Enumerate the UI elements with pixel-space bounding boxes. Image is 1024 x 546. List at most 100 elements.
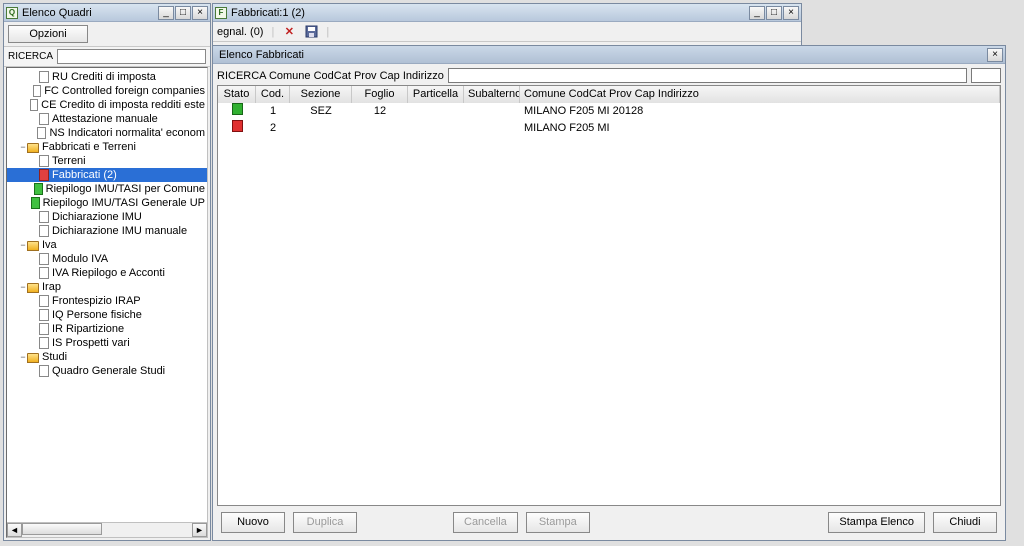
tree-leaf[interactable]: Fabbricati (2)	[7, 168, 207, 182]
tree-folder[interactable]: −Studi	[7, 350, 207, 364]
document-icon	[39, 211, 49, 223]
save-icon[interactable]	[304, 25, 318, 39]
scroll-thumb[interactable]	[22, 523, 102, 535]
cell-comune: MILANO F205 MI	[520, 120, 1000, 137]
fabbricati-toolbar: egnal. (0) | ✕ |	[213, 22, 801, 42]
tree-leaf[interactable]: Attestazione manuale	[7, 112, 207, 126]
tree-leaf[interactable]: FC Controlled foreign companies	[7, 84, 207, 98]
grid-header[interactable]: Stato Cod. Sezione Foglio Particella Sub…	[218, 86, 1000, 103]
col-sezione[interactable]: Sezione	[290, 86, 352, 103]
tree-expander-icon[interactable]: −	[19, 350, 27, 364]
app-icon: F	[215, 7, 227, 19]
scroll-right-arrow[interactable]: ►	[192, 523, 207, 537]
ricerca-input[interactable]	[57, 49, 206, 64]
tree-leaf[interactable]: IS Prospetti vari	[7, 336, 207, 350]
elenco-quadri-title: Elenco Quadri	[22, 7, 154, 19]
dialog-search-label: RICERCA Comune CodCat Prov Cap Indirizzo	[217, 70, 444, 82]
dialog-search-aux-input[interactable]	[971, 68, 1001, 83]
stampa-button[interactable]: Stampa	[526, 512, 590, 533]
table-row[interactable]: 1SEZ12MILANO F205 MI 20128	[218, 103, 1000, 120]
dialog-close-button[interactable]: ×	[987, 48, 1003, 62]
row-status-icon	[232, 120, 243, 132]
tree-leaf[interactable]: Frontespizio IRAP	[7, 294, 207, 308]
tree-leaf[interactable]: IR Ripartizione	[7, 322, 207, 336]
tree-expander-icon[interactable]: −	[19, 280, 27, 294]
cancella-button[interactable]: Cancella	[453, 512, 518, 533]
duplica-button[interactable]: Duplica	[293, 512, 357, 533]
col-comune[interactable]: Comune CodCat Prov Cap Indirizzo	[520, 86, 1000, 103]
row-status-icon	[232, 103, 243, 115]
chiudi-button[interactable]: Chiudi	[933, 512, 997, 533]
document-icon	[39, 323, 49, 335]
tree-item-label: IS Prospetti vari	[52, 336, 130, 350]
dialog-search-input[interactable]	[448, 68, 967, 83]
tree-item-label: Fabbricati e Terreni	[42, 140, 136, 154]
dialog-titlebar[interactable]: Elenco Fabbricati ×	[213, 46, 1005, 64]
document-icon	[37, 127, 46, 139]
tree-expander-icon[interactable]: −	[19, 140, 27, 154]
delete-icon[interactable]: ✕	[282, 25, 296, 39]
minimize-button[interactable]: _	[158, 6, 174, 20]
app-icon: Q	[6, 7, 18, 19]
quadri-tree[interactable]: RU Crediti di impostaFC Controlled forei…	[6, 67, 208, 538]
tree-item-label: Dichiarazione IMU	[52, 210, 142, 224]
col-stato[interactable]: Stato	[218, 86, 256, 103]
fabbricati-grid[interactable]: Stato Cod. Sezione Foglio Particella Sub…	[217, 85, 1001, 506]
cell-sezione: SEZ	[290, 103, 352, 120]
cell-cod: 1	[256, 103, 290, 120]
ricerca-label: RICERCA	[8, 51, 53, 62]
tree-leaf[interactable]: NS Indicatori normalita' econom	[7, 126, 207, 140]
tree-item-label: Quadro Generale Studi	[52, 364, 165, 378]
tree-folder[interactable]: − Fabbricati e Terreni	[7, 140, 207, 154]
nuovo-button[interactable]: Nuovo	[221, 512, 285, 533]
elenco-quadri-titlebar[interactable]: Q Elenco Quadri _ □ ×	[4, 4, 210, 22]
cell-subalterno	[464, 103, 520, 120]
document-icon	[39, 337, 49, 349]
dialog-button-bar: Nuovo Duplica Cancella Stampa Stampa Ele…	[217, 508, 1001, 536]
tree-leaf[interactable]: Dichiarazione IMU	[7, 210, 207, 224]
document-icon	[39, 309, 49, 321]
tree-hscrollbar[interactable]: ◄ ►	[7, 522, 207, 537]
tree-folder[interactable]: − Irap	[7, 280, 207, 294]
tree-expander-icon[interactable]: −	[19, 238, 27, 252]
tree-folder[interactable]: −Iva	[7, 238, 207, 252]
tree-item-label: Irap	[42, 280, 61, 294]
col-cod[interactable]: Cod.	[256, 86, 290, 103]
tree-leaf[interactable]: IVA Riepilogo e Acconti	[7, 266, 207, 280]
tree-leaf[interactable]: Riepilogo IMU/TASI per Comune	[7, 182, 207, 196]
close-button[interactable]: ×	[192, 6, 208, 20]
tree-leaf[interactable]: IQ Persone fisiche	[7, 308, 207, 322]
tree-leaf[interactable]: RU Crediti di imposta	[7, 70, 207, 84]
scroll-left-arrow[interactable]: ◄	[7, 523, 22, 537]
toolbar-tab-label[interactable]: egnal. (0)	[217, 26, 263, 38]
document-icon	[39, 365, 49, 377]
document-icon	[39, 155, 49, 167]
folder-icon	[27, 353, 39, 363]
tree-leaf[interactable]: Modulo IVA	[7, 252, 207, 266]
fabbricati-titlebar[interactable]: F Fabbricati:1 (2) _ □ ×	[213, 4, 801, 22]
col-foglio[interactable]: Foglio	[352, 86, 408, 103]
col-subalterno[interactable]: Subalterno	[464, 86, 520, 103]
close-button[interactable]: ×	[783, 6, 799, 20]
cell-foglio: 12	[352, 103, 408, 120]
maximize-button[interactable]: □	[175, 6, 191, 20]
tree-leaf[interactable]: Dichiarazione IMU manuale	[7, 224, 207, 238]
tree-leaf[interactable]: Terreni	[7, 154, 207, 168]
opzioni-button[interactable]: Opzioni	[8, 25, 88, 43]
col-particella[interactable]: Particella	[408, 86, 464, 103]
stampa-elenco-button[interactable]: Stampa Elenco	[828, 512, 925, 533]
cell-particella	[408, 103, 464, 120]
document-icon	[39, 225, 49, 237]
tree-item-label: Frontespizio IRAP	[52, 294, 141, 308]
document-icon	[39, 113, 49, 125]
dialog-title: Elenco Fabbricati	[215, 49, 983, 61]
tree-item-label: IR Ripartizione	[52, 322, 124, 336]
tree-leaf[interactable]: Quadro Generale Studi	[7, 364, 207, 378]
table-row[interactable]: 2MILANO F205 MI	[218, 120, 1000, 137]
cell-subalterno	[464, 120, 520, 137]
tree-leaf[interactable]: Riepilogo IMU/TASI Generale UP	[7, 196, 207, 210]
tree-item-label: RU Crediti di imposta	[52, 70, 156, 84]
minimize-button[interactable]: _	[749, 6, 765, 20]
maximize-button[interactable]: □	[766, 6, 782, 20]
tree-leaf[interactable]: CE Credito di imposta redditi este	[7, 98, 207, 112]
